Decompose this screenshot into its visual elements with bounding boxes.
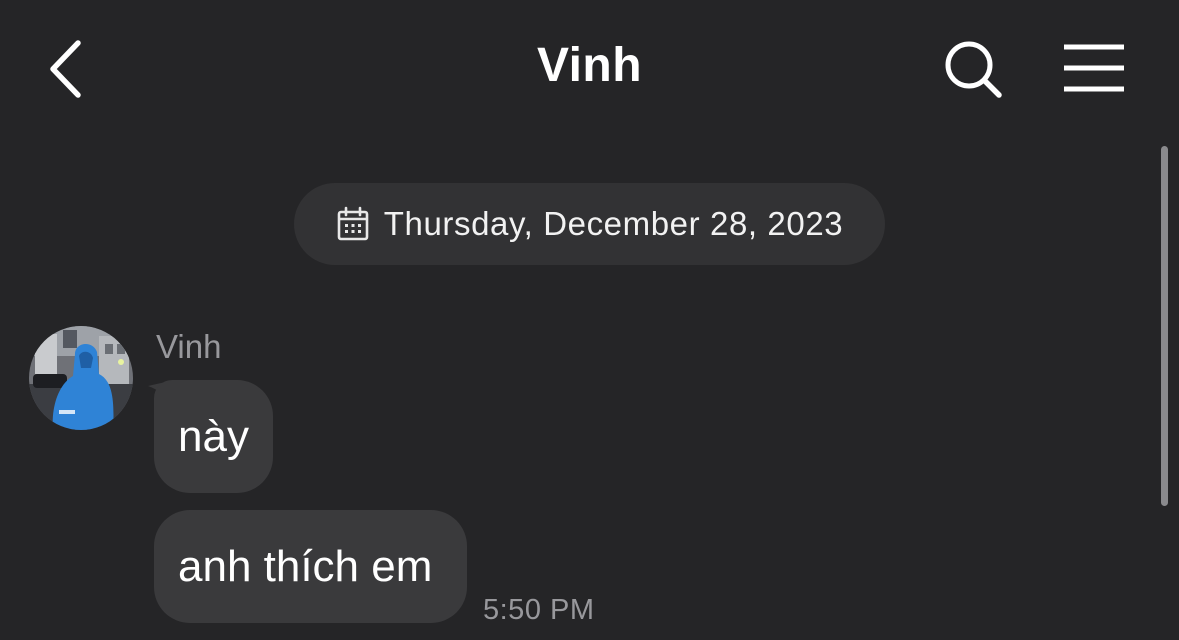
scrollbar[interactable] bbox=[1161, 146, 1168, 506]
hamburger-menu-icon bbox=[1064, 44, 1124, 92]
back-button[interactable] bbox=[40, 36, 96, 102]
message-timestamp: 5:50 PM bbox=[483, 594, 595, 626]
calendar-icon bbox=[336, 206, 370, 242]
date-separator: Thursday, December 28, 2023 bbox=[294, 183, 885, 265]
chat-header: Vinh bbox=[0, 0, 1179, 140]
menu-button[interactable] bbox=[1058, 38, 1132, 98]
sender-name: Vinh bbox=[156, 328, 222, 365]
message-bubble[interactable]: này bbox=[154, 380, 273, 493]
search-icon bbox=[945, 41, 1002, 98]
message-text: anh thích em bbox=[178, 541, 433, 591]
message-bubble[interactable]: anh thích em bbox=[154, 510, 467, 623]
chevron-left-icon bbox=[50, 40, 81, 98]
date-separator-text: Thursday, December 28, 2023 bbox=[383, 205, 844, 242]
avatar[interactable] bbox=[29, 326, 133, 430]
search-button[interactable] bbox=[940, 36, 1006, 102]
message-text: này bbox=[178, 411, 249, 461]
